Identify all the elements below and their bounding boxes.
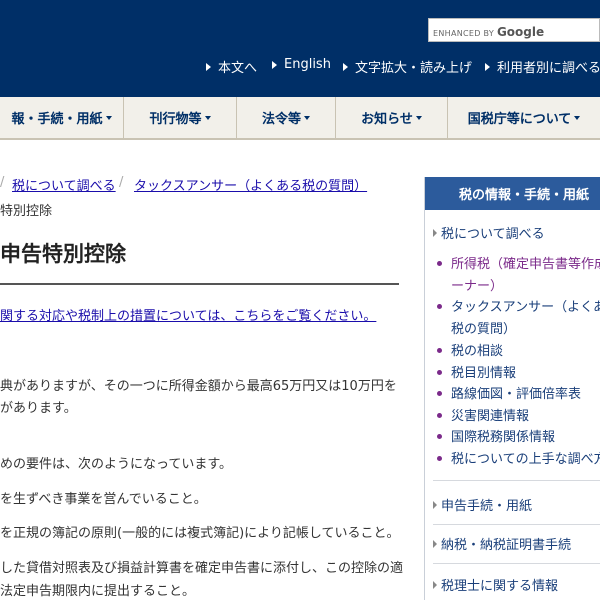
chevron-right-icon [433, 580, 437, 589]
sidebar-section-research[interactable]: 税について調べる [433, 223, 545, 242]
caret-down-icon [105, 115, 112, 120]
triangle-right-icon [272, 60, 277, 69]
sidebar-item-tax-categories[interactable]: 税目別情報 [451, 362, 516, 381]
site-header: ENHANCED BY Google 本文へ English 文字拡大・読み上げ… [0, 0, 600, 97]
gnav-laws[interactable]: 法令等 [237, 97, 335, 138]
body-text: した貸借対照表及び損益計算書を確定申告書に添付し、この控除の適 [0, 561, 404, 576]
breadcrumb-separator: / [119, 175, 124, 190]
sidebar-item-consultation[interactable]: 税の相談 [451, 340, 503, 359]
breadcrumb-item[interactable]: 税について調べる [12, 175, 116, 194]
caret-down-icon [574, 115, 581, 120]
gnav-publications[interactable]: 刊行物等 [124, 97, 236, 138]
global-nav: 報・手続・用紙 刊行物等 法令等 お知らせ 国税庁等について [0, 97, 600, 140]
title-divider [0, 283, 399, 285]
user-guide-link[interactable]: 利用者別に調べる [485, 57, 600, 76]
gnav-tax-info[interactable]: 報・手続・用紙 [0, 97, 123, 138]
body-text: があります。 [0, 401, 77, 416]
body-text: を生ずべき事業を営んでいること。 [0, 492, 207, 507]
sidebar-section-tax-accountant[interactable]: 税理士に関する情報 [433, 575, 558, 594]
skip-to-content-link[interactable]: 本文へ [206, 57, 257, 76]
chevron-right-icon [433, 500, 437, 509]
bullet-icon [437, 304, 442, 309]
bullet-icon [437, 391, 442, 396]
sidebar-item-land-values[interactable]: 路線価図・評価倍率表 [451, 383, 581, 402]
sidebar-item-tax-answer-cont[interactable]: 税の質問） [451, 318, 516, 337]
bullet-icon [437, 370, 442, 375]
caret-down-icon [415, 115, 422, 120]
breadcrumb-current: 特別控除 [0, 204, 53, 219]
sidebar-item-disaster[interactable]: 災害関連情報 [451, 405, 529, 424]
triangle-right-icon [485, 62, 490, 71]
breadcrumb-item[interactable]: タックスアンサー（よくある税の質問） [134, 175, 367, 194]
english-link[interactable]: English [272, 57, 331, 72]
body-text: 法定申告期限内に提出すること。 [0, 584, 196, 599]
text-size-readaloud-link[interactable]: 文字拡大・読み上げ [343, 57, 472, 76]
body-text: めの要件は、次のようになっています。 [0, 457, 233, 472]
triangle-right-icon [343, 62, 348, 71]
sidebar-divider [433, 563, 600, 564]
sidebar-item-income-tax-cont[interactable]: ーナー） [451, 275, 503, 294]
chevron-right-icon [433, 228, 437, 237]
caret-down-icon [304, 115, 310, 120]
breadcrumb-separator: / [0, 175, 5, 190]
sidebar: 税の情報・手続・用紙 税について調べる 所得税（確定申告書等作成 ーナー） タッ… [424, 177, 600, 600]
chevron-right-icon [433, 539, 437, 548]
sidebar-item-how-to-search[interactable]: 税についての上手な調べ方 [451, 448, 600, 467]
sidebar-item-international[interactable]: 国際税務関係情報 [451, 426, 555, 445]
page-title: 申告特別控除 [0, 242, 126, 266]
bullet-icon [437, 413, 442, 418]
gnav-about[interactable]: 国税庁等について [448, 97, 600, 138]
sidebar-item-tax-answer[interactable]: タックスアンサー（よくあ [451, 296, 600, 315]
bullet-icon [437, 456, 442, 461]
bullet-icon [437, 434, 442, 439]
body-text: 典がありますが、その一つに所得金額から最高65万円又は10万円を [0, 379, 397, 394]
bullet-icon [437, 261, 442, 266]
body-text: を正規の簿記の原則(一般的には複式簿記)により記帳していること。 [0, 526, 400, 541]
sidebar-item-income-tax[interactable]: 所得税（確定申告書等作成 [451, 253, 600, 272]
site-search-box[interactable]: ENHANCED BY Google [428, 18, 600, 42]
triangle-right-icon [206, 62, 211, 71]
sidebar-divider [433, 480, 600, 481]
sidebar-divider [433, 524, 600, 525]
sidebar-heading: 税の情報・手続・用紙 [425, 177, 600, 210]
sidebar-section-payment[interactable]: 納税・納税証明書手続 [433, 534, 571, 553]
bullet-icon [437, 348, 442, 353]
caret-down-icon [204, 115, 211, 120]
notice-link[interactable]: 関する対応や税制上の措置については、こちらをご覧ください。 [0, 305, 376, 324]
sidebar-section-filing[interactable]: 申告手続・用紙 [433, 495, 532, 514]
search-branding: ENHANCED BY Google [433, 25, 545, 39]
gnav-news[interactable]: お知らせ [336, 97, 447, 138]
